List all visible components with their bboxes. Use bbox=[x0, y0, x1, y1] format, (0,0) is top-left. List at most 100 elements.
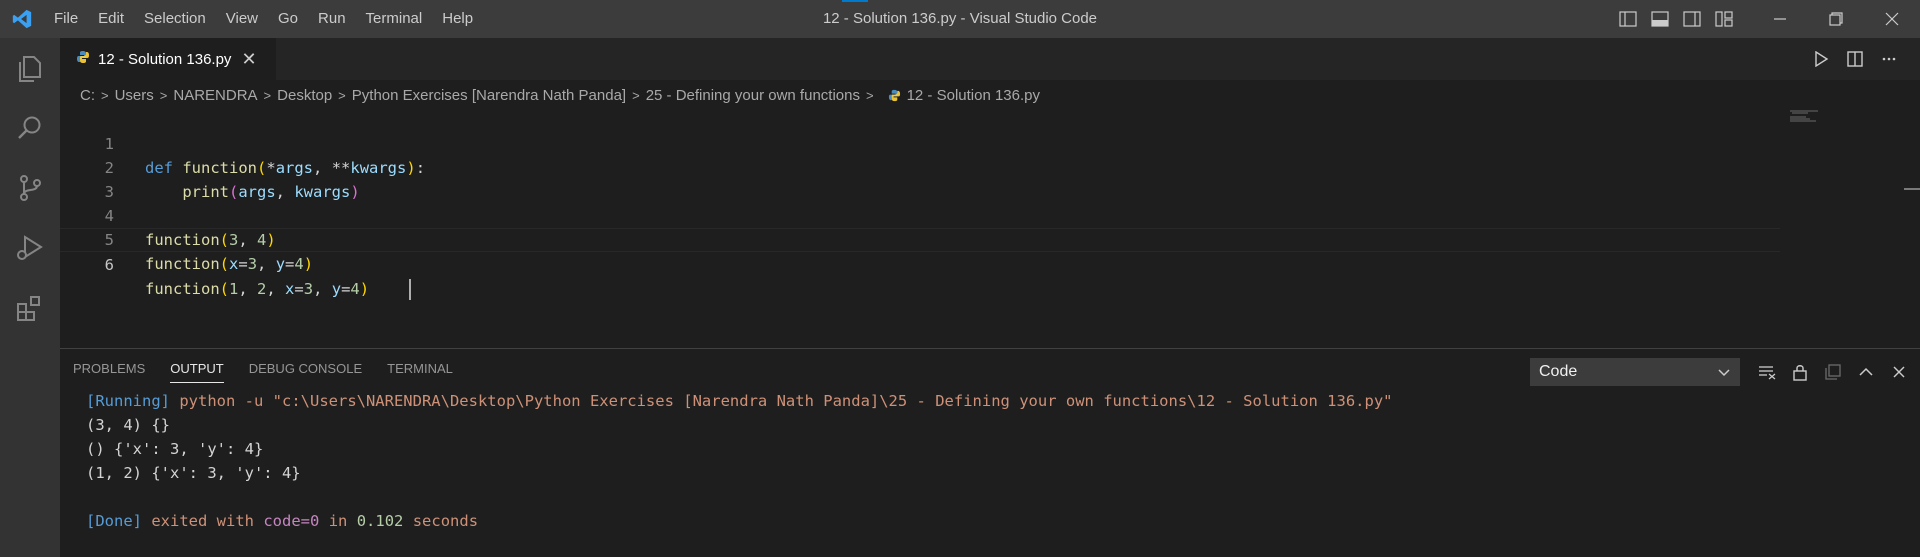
run-icon[interactable] bbox=[1804, 44, 1838, 74]
token-param: y bbox=[275, 255, 286, 273]
menu-file[interactable]: File bbox=[44, 0, 88, 38]
done-text: seconds bbox=[412, 512, 479, 530]
explorer-icon[interactable] bbox=[0, 38, 60, 98]
maximize-panel-icon[interactable] bbox=[1849, 358, 1882, 386]
token-number: 3 bbox=[303, 280, 314, 298]
clear-output-icon[interactable] bbox=[1750, 358, 1783, 386]
search-icon[interactable] bbox=[0, 98, 60, 158]
restore-icon[interactable] bbox=[1808, 0, 1864, 38]
token-bracket: ( bbox=[219, 255, 229, 273]
open-log-icon[interactable] bbox=[1816, 358, 1849, 386]
source-control-icon[interactable] bbox=[0, 158, 60, 218]
menu-go[interactable]: Go bbox=[268, 0, 308, 38]
close-icon[interactable] bbox=[1864, 0, 1920, 38]
done-code: code=0 bbox=[263, 512, 320, 530]
token-comma: , bbox=[266, 280, 286, 298]
done-text: in bbox=[328, 512, 348, 530]
code-line-current: 6 function(1, 2, x=3, y=4) bbox=[60, 228, 1780, 300]
done-seconds: 0.102 bbox=[356, 512, 404, 530]
title-accent-line bbox=[842, 0, 868, 2]
breadcrumb-item[interactable]: NARENDRA bbox=[173, 87, 257, 104]
token-comma: , bbox=[238, 280, 258, 298]
output-log[interactable]: [Running] python -u "c:\Users\NARENDRA\D… bbox=[86, 389, 1906, 533]
split-editor-icon[interactable] bbox=[1838, 44, 1872, 74]
scrollbar-cursor-marker bbox=[1904, 188, 1920, 190]
code-editor[interactable]: 1 def function(*args, **kwargs): 2 print… bbox=[60, 108, 1920, 348]
token-param: x bbox=[229, 255, 239, 273]
title-bar: File Edit Selection View Go Run Terminal… bbox=[0, 0, 1920, 38]
panel-actions bbox=[1750, 358, 1915, 386]
vscode-logo-icon bbox=[0, 0, 44, 38]
code-line: 1 def function(*args, **kwargs): bbox=[60, 108, 1780, 177]
editor-tab[interactable]: 12 - Solution 136.py ✕ bbox=[60, 38, 276, 80]
run-debug-icon[interactable] bbox=[0, 218, 60, 278]
output-channel-select[interactable]: Code bbox=[1530, 358, 1740, 386]
close-panel-icon[interactable] bbox=[1882, 358, 1915, 386]
output-line: () {'x': 3, 'y': 4} bbox=[86, 440, 264, 458]
breadcrumb-item[interactable]: Python Exercises [Narendra Nath Panda] bbox=[352, 87, 626, 104]
chevron-right-icon: > bbox=[632, 87, 640, 103]
menu-bar: File Edit Selection View Go Run Terminal… bbox=[44, 0, 483, 38]
token-param: y bbox=[331, 280, 342, 298]
output-line: (1, 2) {'x': 3, 'y': 4} bbox=[86, 464, 301, 482]
menu-edit[interactable]: Edit bbox=[88, 0, 134, 38]
token-bracket: ) bbox=[303, 255, 314, 273]
tab-output[interactable]: OUTPUT bbox=[170, 349, 225, 389]
tab-debug-console[interactable]: DEBUG CONSOLE bbox=[249, 349, 362, 389]
tab-terminal[interactable]: TERMINAL bbox=[387, 349, 453, 389]
breadcrumb: C: > Users > NARENDRA > Desktop > Python Exe… bbox=[60, 80, 1920, 110]
token-function: function bbox=[145, 280, 220, 298]
more-actions-icon[interactable] bbox=[1872, 44, 1906, 74]
menu-terminal[interactable]: Terminal bbox=[356, 0, 433, 38]
token-number: 4 bbox=[294, 255, 304, 273]
breadcrumb-item[interactable]: 12 - Solution 136.py bbox=[907, 87, 1040, 104]
running-tag: [Running] bbox=[86, 392, 170, 410]
code-line: 4 function(3, 4) bbox=[60, 180, 1780, 249]
line-content: function(1, 2, x=3, y=4) bbox=[145, 277, 412, 301]
menu-run[interactable]: Run bbox=[308, 0, 356, 38]
output-channel-value: Code bbox=[1539, 363, 1578, 380]
tab-close-icon[interactable]: ✕ bbox=[241, 49, 256, 70]
extensions-icon[interactable] bbox=[0, 278, 60, 338]
chevron-right-icon: > bbox=[101, 87, 109, 103]
output-line: [Done] exited with code=0 in 0.102 secon… bbox=[86, 509, 1906, 533]
breadcrumb-item[interactable]: Desktop bbox=[277, 87, 332, 104]
line-number: 6 bbox=[104, 256, 114, 274]
editor-tab-bar: 12 - Solution 136.py ✕ bbox=[60, 38, 1920, 80]
breadcrumb-item[interactable]: C: bbox=[80, 87, 95, 104]
token-number: 1 bbox=[229, 280, 239, 298]
minimap[interactable] bbox=[1790, 110, 1820, 124]
toggle-primary-sidebar-icon[interactable] bbox=[1612, 0, 1644, 38]
tab-problems[interactable]: PROBLEMS bbox=[73, 349, 145, 389]
token-bracket: ( bbox=[219, 280, 229, 298]
chevron-right-icon: > bbox=[159, 87, 168, 103]
output-line: [Running] python -u "c:\Users\NARENDRA\D… bbox=[86, 389, 1906, 413]
menu-selection[interactable]: Selection bbox=[134, 0, 216, 38]
breadcrumb-item[interactable]: Users bbox=[115, 87, 154, 104]
token-function: function bbox=[145, 255, 220, 273]
token-comma: , bbox=[313, 280, 332, 298]
chevron-right-icon: > bbox=[338, 87, 346, 103]
token-number: 4 bbox=[350, 280, 360, 298]
breadcrumb-item[interactable]: 25 - Defining your own functions bbox=[646, 87, 860, 104]
token-param: x bbox=[285, 280, 295, 298]
code-line: 2 print(args, kwargs) bbox=[60, 132, 1780, 201]
running-command: python -u "c:\Users\NARENDRA\Desktop\Pyt… bbox=[179, 392, 1393, 410]
customize-layout-icon[interactable] bbox=[1708, 0, 1740, 38]
toggle-panel-icon[interactable] bbox=[1644, 0, 1676, 38]
menu-view[interactable]: View bbox=[216, 0, 268, 38]
bottom-panel: PROBLEMS OUTPUT DEBUG CONSOLE TERMINAL C… bbox=[60, 348, 1920, 557]
menu-help[interactable]: Help bbox=[432, 0, 483, 38]
token-bracket: ) bbox=[359, 280, 370, 298]
toggle-secondary-sidebar-icon[interactable] bbox=[1676, 0, 1708, 38]
chevron-down-icon bbox=[1717, 365, 1731, 384]
code-line: 3 bbox=[60, 156, 1780, 201]
output-blank-line bbox=[86, 485, 1906, 509]
lock-scroll-icon[interactable] bbox=[1783, 358, 1816, 386]
done-text: exited with bbox=[151, 512, 254, 530]
panel-tabs: PROBLEMS OUTPUT DEBUG CONSOLE TERMINAL bbox=[60, 349, 478, 389]
token-operator: = bbox=[238, 255, 248, 273]
tab-label: 12 - Solution 136.py bbox=[98, 50, 232, 68]
layout-controls bbox=[1612, 0, 1740, 38]
minimize-icon[interactable] bbox=[1752, 0, 1808, 38]
